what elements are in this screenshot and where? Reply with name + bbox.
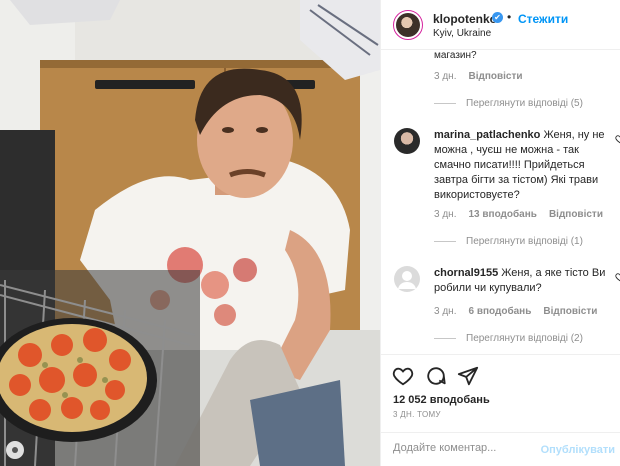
author-avatar[interactable] [393, 10, 423, 40]
comment-item: marina_patlachenko Женя, ну не можна , ч… [434, 128, 614, 203]
post-photo-image [0, 0, 380, 466]
view-replies-label: Переглянути відповіді (2) [466, 333, 583, 344]
publish-button[interactable]: Опублікувати [541, 444, 615, 456]
likes-count[interactable]: 12 052 вподобань [393, 394, 490, 406]
comment-meta: 3 дн. 6 вподобань Відповісти [434, 306, 597, 317]
header-separator: • [507, 10, 512, 24]
view-replies-button[interactable]: Переглянути відповіді (1) [434, 236, 583, 247]
view-replies-label: Переглянути відповіді (1) [466, 236, 583, 247]
comment-time: 3 дн. [434, 209, 457, 220]
post-location[interactable]: Kyiv, Ukraine [433, 28, 491, 39]
post-time: 3 ДН. ТОМУ [393, 410, 441, 419]
heart-icon[interactable] [392, 365, 414, 387]
post-actions: 12 052 вподобань [381, 354, 620, 406]
comment-input[interactable] [393, 442, 553, 454]
view-replies-button[interactable]: Переглянути відповіді (2) [434, 333, 583, 344]
author-username[interactable]: klopotenko [433, 12, 497, 26]
verified-badge-icon: ✔ [492, 12, 503, 23]
replies-divider [434, 103, 456, 104]
comment-cut-text: магазин? [434, 50, 477, 61]
comment-meta: 3 дн. 13 вподобань Відповісти [434, 209, 603, 220]
default-avatar-icon[interactable] [394, 266, 420, 292]
replies-divider [434, 241, 456, 242]
comment-time: 3 дн. [434, 306, 457, 317]
replies-divider [434, 338, 456, 339]
author-avatar-image [396, 13, 420, 37]
default-avatar-glyph [398, 271, 416, 289]
comment-author[interactable]: chornal9155 [434, 267, 498, 279]
view-replies-label: Переглянути відповіді (5) [466, 98, 583, 109]
comment-likes-count[interactable]: 13 вподобань [468, 209, 536, 220]
share-icon[interactable] [457, 365, 479, 387]
follow-button[interactable]: Стежити [518, 12, 568, 26]
comment-author[interactable]: marina_patlachenko [434, 129, 540, 141]
reply-button[interactable]: Відповісти [543, 306, 597, 317]
comments-list[interactable]: магазин? 3 дн. Відповісти Переглянути від… [381, 50, 620, 354]
comment-like-icon[interactable] [615, 134, 620, 144]
comment-item: chornal9155 Женя, а яке тісто Ви робили … [434, 266, 614, 296]
comment-icon[interactable] [425, 365, 447, 387]
post-photo[interactable] [0, 0, 380, 466]
comment-time: 3 дн. [434, 71, 457, 82]
view-replies-button[interactable]: Переглянути відповіді (5) [434, 98, 583, 109]
comment-like-icon[interactable] [615, 272, 620, 282]
reply-button[interactable]: Відповісти [468, 71, 522, 82]
commenter-avatar[interactable] [394, 128, 420, 154]
add-comment-bar: Опублікувати [381, 432, 620, 466]
comment-meta: 3 дн. Відповісти [434, 71, 523, 82]
comment-likes-count[interactable]: 6 вподобань [468, 306, 531, 317]
post-header: klopotenko ✔ • Стежити Kyiv, Ukraine [381, 0, 620, 50]
reply-button[interactable]: Відповісти [549, 209, 603, 220]
post-sidebar: klopotenko ✔ • Стежити Kyiv, Ukraine маг… [380, 0, 620, 466]
